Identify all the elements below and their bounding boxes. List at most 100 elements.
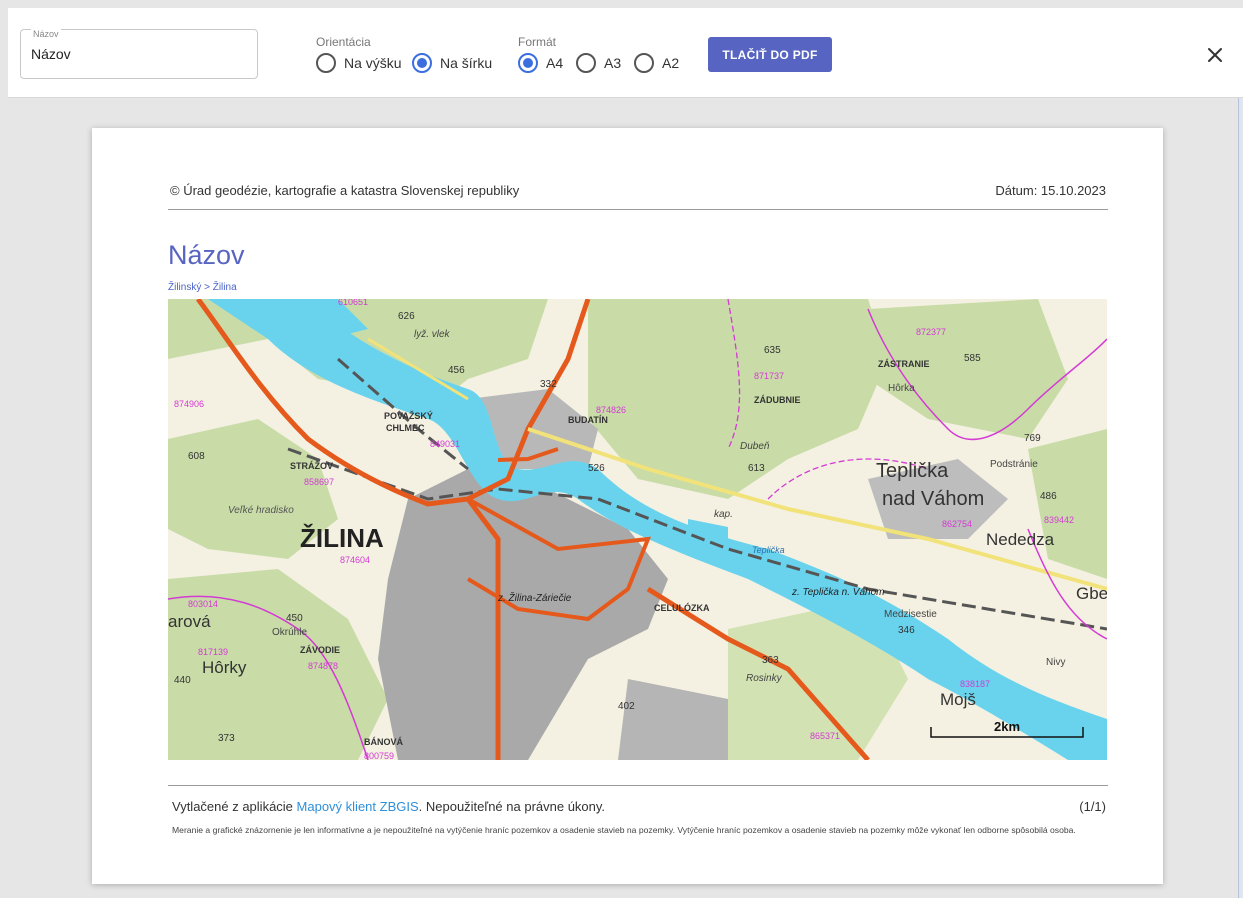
orientation-landscape-radio[interactable]: Na šírku	[412, 53, 492, 73]
map-elevation: 608	[188, 451, 205, 462]
map-label-horka: Hôrka	[888, 383, 915, 394]
map-elevation: 626	[398, 311, 415, 322]
footer-suffix: . Nepoužiteľné na právne úkony.	[418, 799, 606, 814]
map-label-horky: Hôrky	[202, 658, 247, 677]
map-scale-bar: 2km	[930, 719, 1084, 739]
map-label-gbe: Gbe	[1076, 584, 1107, 603]
footer-prefix: Vytlačené z aplikácie	[172, 799, 297, 814]
map-label-zilina-zariecie: z. Žilina-Záriečie	[497, 591, 572, 604]
format-a3-radio[interactable]: A3	[576, 53, 621, 73]
map-cadastre-code: 838187	[960, 679, 990, 689]
map-label-arova: arová	[168, 612, 211, 631]
page-title: Názov	[168, 240, 245, 270]
radio-unchecked-icon	[316, 53, 336, 73]
map-label-celulozka: CELULÓZKA	[654, 602, 710, 613]
map-cadastre-code: 839442	[1044, 515, 1074, 525]
map-elevation: 585	[964, 353, 981, 364]
map-cadastre-code: 865371	[810, 731, 840, 741]
footer-note: Vytlačené z aplikácie Mapový klient ZBGI…	[172, 799, 605, 814]
map-label-strazov: STRÁŽOV	[290, 460, 333, 471]
map-label-mojs: Mojš	[940, 690, 976, 709]
map-elevation: 456	[448, 365, 465, 376]
map-elevation: 526	[588, 463, 605, 474]
map-label-zadubnie: ZÁDUBNIE	[754, 395, 801, 405]
scale-label: 2km	[993, 719, 1021, 734]
map-cadastre-code: 849031	[430, 439, 460, 449]
topographic-map: ŽILINA Teplička nad Váhom Nededza Mojš H…	[168, 299, 1107, 760]
map-cadastre-code: 872377	[916, 327, 946, 337]
footer-divider	[168, 785, 1108, 786]
map-label-medzisestie: Medzisestie	[884, 609, 937, 620]
orientation-portrait-radio[interactable]: Na výšku	[316, 53, 402, 73]
map-cadastre-code: 817139	[198, 647, 228, 657]
print-toolbar: Názov Orientácia Na výšku Na šírku Formá…	[8, 8, 1243, 98]
title-field-label: Názov	[31, 29, 61, 39]
map-label-povazsky: POVAŽSKÝ	[384, 410, 433, 421]
print-to-pdf-button[interactable]: TLAČIŤ DO PDF	[708, 37, 832, 72]
map-label-teplicka: Teplička	[876, 460, 949, 482]
map-label-nededza: Nededza	[986, 530, 1055, 549]
map-label-nivy: Nivy	[1046, 657, 1065, 668]
map-label-okruhle: Okrúhle	[272, 627, 307, 638]
map-label-rosinky: Rosinky	[746, 673, 783, 684]
orientation-portrait-label: Na výšku	[344, 55, 402, 71]
map-label-duben: Dubeň	[740, 441, 770, 452]
format-a2-label: A2	[662, 55, 680, 71]
map-label-zavodie: ZÁVODIE	[300, 645, 340, 655]
map-label-chlmec: CHLMEC	[386, 423, 425, 433]
map-elevation: 440	[174, 675, 191, 686]
format-a4-label: A4	[546, 55, 564, 71]
map-label-banova: BÁNOVÁ	[364, 737, 404, 747]
format-a2-radio[interactable]: A2	[634, 53, 679, 73]
breadcrumb: Žilinský > Žilina	[168, 282, 237, 293]
format-label: Formát	[518, 35, 557, 49]
format-a3-label: A3	[604, 55, 622, 71]
map-elevation: 486	[1040, 491, 1057, 502]
map-label-zilina: ŽILINA	[300, 523, 384, 553]
map-elevation: 363	[762, 655, 779, 666]
map-label-teplicka-stop: z. Teplička n. Váhom	[791, 587, 884, 598]
orientation-label: Orientácia	[316, 35, 371, 49]
map-cadastre-code: 874604	[340, 555, 370, 565]
map-label-budatin: BUDATÍN	[568, 415, 608, 425]
map-label-hradisko: Veľké hradisko	[228, 505, 294, 516]
map-label-zastranie: ZÁSTRANIE	[878, 359, 930, 369]
format-a4-radio[interactable]: A4	[518, 53, 563, 73]
radio-checked-icon	[412, 53, 432, 73]
radio-checked-icon	[518, 53, 538, 73]
copyright-text: © Úrad geodézie, kartografie a katastra …	[170, 183, 520, 198]
map-cadastre-code: 874826	[596, 405, 626, 415]
map-cadastre-code: 610651	[338, 299, 368, 307]
map-image: ŽILINA Teplička nad Váhom Nededza Mojš H…	[168, 299, 1107, 760]
map-cadastre-code: 803014	[188, 599, 218, 609]
map-cadastre-code: 862754	[942, 519, 972, 529]
map-elevation: 450	[286, 613, 303, 624]
map-label-podstranie: Podstránie	[990, 459, 1038, 470]
close-icon[interactable]	[1204, 44, 1226, 66]
map-elevation: 613	[748, 463, 765, 474]
radio-unchecked-icon	[634, 53, 654, 73]
scrollbar[interactable]	[1238, 98, 1241, 898]
map-label-lyz-vlek: lyž. vlek	[414, 329, 451, 340]
map-label-teplicka-stream: Teplička	[752, 545, 785, 555]
map-elevation: 769	[1024, 433, 1041, 444]
map-cadastre-code: 871737	[754, 371, 784, 381]
map-elevation: 373	[218, 733, 235, 744]
title-input[interactable]	[31, 46, 245, 62]
radio-unchecked-icon	[576, 53, 596, 73]
header-divider	[168, 209, 1108, 210]
map-elevation: 332	[540, 379, 557, 390]
orientation-landscape-label: Na šírku	[440, 55, 493, 71]
map-elevation: 346	[898, 625, 915, 636]
map-cadastre-code: 874906	[174, 399, 204, 409]
page-number: (1/1)	[1079, 799, 1106, 814]
disclaimer-text: Meranie a grafické znázornenie je len in…	[172, 825, 1076, 835]
map-label-nad-vahom: nad Váhom	[882, 488, 984, 510]
print-date: Dátum: 15.10.2023	[995, 183, 1106, 198]
title-field[interactable]: Názov	[20, 29, 258, 79]
map-label-kap: kap.	[714, 509, 733, 520]
print-sheet: © Úrad geodézie, kartografie a katastra …	[92, 128, 1163, 884]
map-elevation: 402	[618, 701, 635, 712]
map-cadastre-code: 858697	[304, 477, 334, 487]
app-link[interactable]: Mapový klient ZBGIS	[297, 799, 419, 814]
